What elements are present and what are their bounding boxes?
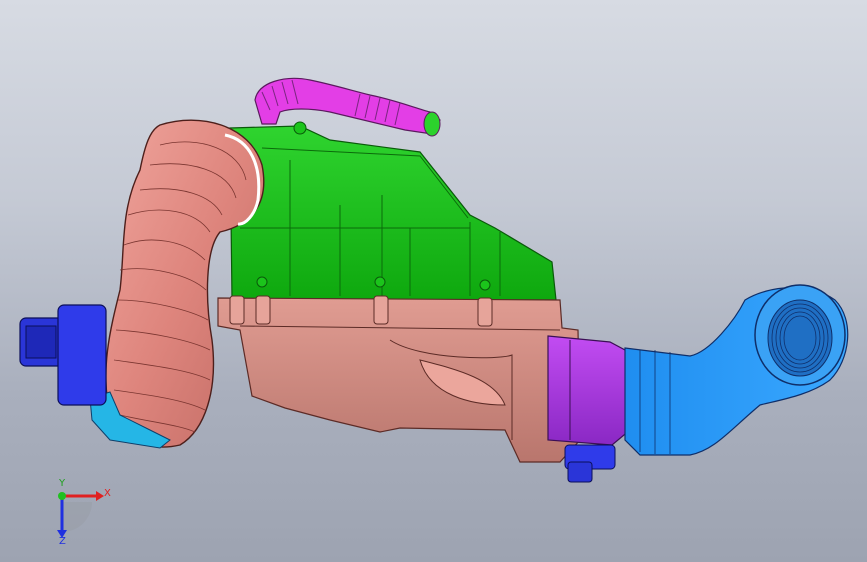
airbox-cover[interactable] [229, 121, 557, 301]
y-axis-dot [58, 492, 66, 500]
y-axis-label: Y [59, 478, 66, 489]
x-axis-label: X [104, 488, 111, 499]
airbox-housing[interactable] [217, 295, 581, 463]
sensor-connector-right[interactable] [564, 444, 616, 483]
z-axis-label: Z [59, 536, 66, 547]
outlet-elbow[interactable] [624, 284, 849, 456]
3d-viewport[interactable]: X Y Z [0, 0, 867, 562]
axis-triad: X Y Z [46, 478, 116, 550]
throttle-body[interactable] [547, 335, 631, 446]
model-render[interactable] [0, 0, 867, 562]
